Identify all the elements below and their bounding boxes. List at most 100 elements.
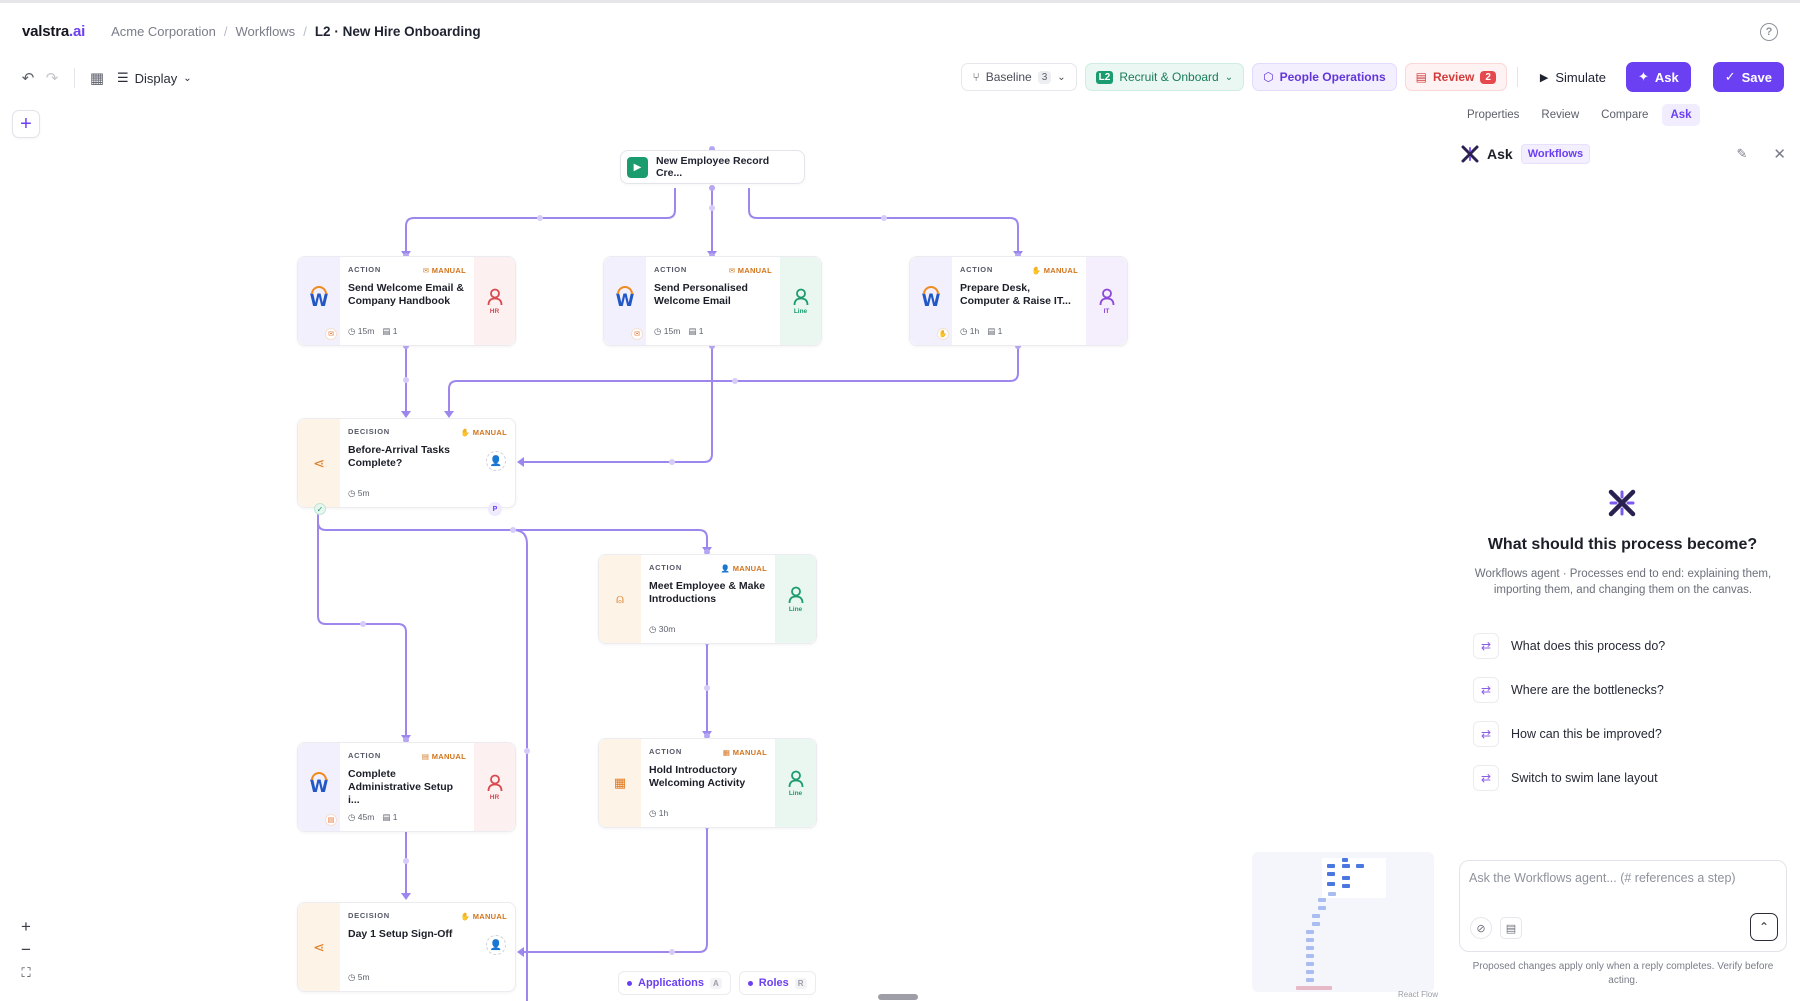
clipboard-icon: ▤ [1415, 70, 1427, 84]
new-chat-icon[interactable]: ✎ [1737, 146, 1748, 162]
chevron-down-icon: ⌄ [1057, 71, 1066, 83]
legend-label: Roles [758, 977, 789, 989]
tag-icon: ⬡ [1263, 70, 1274, 84]
suggestion-item[interactable]: ⇄ How can this be improved? [1473, 712, 1773, 756]
react-flow-attribution[interactable]: React Flow [1398, 990, 1438, 999]
step-node-prepare-desk[interactable]: W ✋ ACTION ✋ MANUAL Prepare Desk, Comput… [909, 256, 1128, 346]
step-node-welcoming-activity[interactable]: ▦ ACTION ▦ MANUAL Hold Introductory Welc… [598, 738, 817, 828]
step-node-send-personalised-email[interactable]: W ✉ ACTION ✉ MANUAL Send Personalised We… [603, 256, 822, 346]
ask-button[interactable]: ✦ Ask [1625, 62, 1691, 92]
paperclip-icon[interactable]: ⊘ [1470, 917, 1492, 939]
horizontal-scroll-handle[interactable] [878, 994, 918, 1000]
minimap[interactable] [1252, 852, 1434, 992]
suggestion-label: Where are the bottlenecks? [1511, 683, 1664, 697]
minimap-node [1312, 914, 1320, 918]
legend-roles[interactable]: Roles R [738, 971, 816, 995]
clock-icon: ◷ 15m [654, 326, 681, 336]
suggestion-item[interactable]: ⇄ What does this process do? [1473, 624, 1773, 668]
toolbar-divider [1516, 67, 1518, 87]
role-panel-hr[interactable]: HR [474, 257, 515, 345]
node-title: Meet Employee & Make Introductions [649, 580, 766, 605]
trigger-node[interactable]: ▶ New Employee Record Cre... [620, 150, 805, 184]
node-body: ACTION ✉ MANUAL Send Welcome Email & Com… [340, 257, 474, 345]
person-icon [788, 770, 803, 787]
user-check-icon: ⍝ [616, 591, 624, 606]
zoom-in-button[interactable]: + [12, 916, 40, 938]
suggestion-list: ⇄ What does this process do? ⇄ Where are… [1473, 624, 1773, 800]
close-icon[interactable]: ✕ [1773, 145, 1786, 163]
suggestion-label: How can this be improved? [1511, 727, 1662, 741]
node-app-panel: ⍝ [599, 555, 641, 643]
simulate-label: Simulate [1555, 69, 1606, 85]
step-node-send-welcome-email[interactable]: W ✉ ACTION ✉ MANUAL Send Welcome Email &… [297, 256, 516, 346]
suggestion-item[interactable]: ⇄ Switch to swim lane layout [1473, 756, 1773, 800]
save-button[interactable]: ✓ Save [1712, 62, 1784, 92]
workflows-tag: Workflows [1520, 144, 1591, 164]
branch-icon: ⑂ [972, 70, 980, 84]
play-icon: ▶ [1539, 71, 1549, 84]
route-icon: ⇄ [1473, 765, 1499, 791]
hero-title: What should this process become? [1487, 536, 1758, 553]
simulate-button[interactable]: ▶ Simulate [1528, 63, 1618, 91]
role-panel-hr[interactable]: HR [474, 743, 515, 831]
step-node-complete-admin-setup[interactable]: W ▤ ACTION ▤ MANUAL Complete Administrat… [297, 742, 516, 832]
assign-approver-icon[interactable]: 👤 [486, 451, 506, 471]
document-count: ▤ 1 [688, 326, 704, 336]
document-count: ▤ 1 [382, 812, 398, 822]
zoom-out-button[interactable]: − [12, 939, 40, 961]
people-operations-tag[interactable]: ⬡ People Operations [1252, 63, 1397, 91]
display-dropdown[interactable]: ☰ Display ⌄ [117, 70, 192, 86]
workday-logo-icon: W [310, 772, 328, 797]
help-icon[interactable]: ? [1760, 23, 1778, 41]
workday-logo-icon: W [310, 286, 328, 311]
breadcrumb-workflows[interactable]: Workflows [235, 24, 295, 39]
suggestion-item[interactable]: ⇄ Where are the bottlenecks? [1473, 668, 1773, 712]
minimap-node [1306, 930, 1314, 934]
tab-ask[interactable]: Ask [1662, 104, 1700, 126]
role-panel-line[interactable]: Line [780, 257, 821, 345]
layout-grid-icon[interactable]: ▦ [85, 66, 109, 90]
chat-input[interactable] [1469, 871, 1769, 885]
edge-n7-n8 [522, 826, 708, 953]
baseline-count: 3 [1037, 70, 1052, 84]
minimap-node [1306, 978, 1314, 982]
review-button[interactable]: ▤ Review 2 [1404, 63, 1507, 91]
redo-icon[interactable]: ↷ [40, 66, 64, 90]
fit-view-button[interactable]: ⛶ [12, 962, 40, 984]
people-label: People Operations [1279, 70, 1386, 84]
tab-review[interactable]: Review [1533, 104, 1587, 126]
tab-compare[interactable]: Compare [1593, 104, 1656, 126]
role-panel-line[interactable]: Line [775, 555, 816, 643]
role-label: HR [489, 307, 500, 315]
decision-node-before-arrival[interactable]: ⋖ DECISION ✋ MANUAL Before-Arrival Tasks… [297, 418, 516, 516]
breadcrumb-organization[interactable]: Acme Corporation [111, 24, 216, 39]
baseline-selector[interactable]: ⑂ Baseline 3 ⌄ [961, 63, 1077, 91]
send-button[interactable]: ⌃ [1750, 913, 1778, 941]
split-icon: ⋖ [313, 938, 325, 955]
add-step-button[interactable]: + [12, 110, 40, 138]
decision-node-day1-signoff[interactable]: ⋖ DECISION ✋ MANUAL Day 1 Setup Sign-Off… [297, 902, 516, 992]
step-node-meet-employee[interactable]: ⍝ ACTION 👤 MANUAL Meet Employee & Make I… [598, 554, 817, 644]
minimap-node [1318, 906, 1326, 910]
node-decision-panel: ⋖ [298, 419, 340, 507]
undo-icon[interactable]: ↶ [16, 66, 40, 90]
trigger-label: New Employee Record Cre... [655, 155, 770, 179]
tab-properties[interactable]: Properties [1459, 104, 1527, 126]
person-icon [1099, 288, 1114, 305]
top-header: valstra.ai Acme Corporation / Workflows … [0, 0, 1800, 60]
node-title: Send Welcome Email & Company Handbook [348, 282, 464, 307]
app-logo[interactable]: valstra.ai [22, 23, 85, 40]
role-panel-it[interactable]: IT [1086, 257, 1127, 345]
suggestion-label: Switch to swim lane layout [1511, 771, 1658, 785]
workflow-canvas[interactable]: + ▶ New Employee Record Cre... W ✉ ACTIO… [0, 96, 1445, 1001]
edge-trigger-n3 [748, 188, 1019, 254]
assign-approver-icon[interactable]: 👤 [486, 935, 506, 955]
legend-applications[interactable]: Applications A [618, 971, 731, 995]
level-selector[interactable]: L2 Recruit & Onboard ⌄ [1084, 63, 1245, 91]
edge-trigger-n1 [405, 188, 676, 254]
legend-dot [747, 980, 753, 986]
document-icon[interactable]: ▤ [1500, 917, 1522, 939]
toolbar-actions: ⑂ Baseline 3 ⌄ L2 Recruit & Onboard ⌄ ⬡ … [961, 62, 1784, 92]
minimap-node [1342, 858, 1348, 862]
role-panel-line[interactable]: Line [775, 739, 816, 827]
